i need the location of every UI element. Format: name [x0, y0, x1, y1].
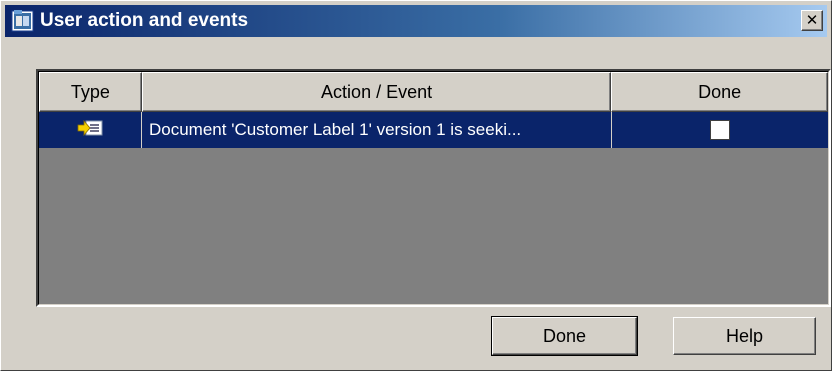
close-icon: ✕	[805, 11, 819, 29]
window-title: User action and events	[40, 10, 249, 31]
list-header: Type Action / Event Done	[39, 72, 828, 112]
done-button[interactable]: Done	[491, 316, 638, 356]
column-header-action-event[interactable]: Action / Event	[141, 72, 612, 112]
title-bar[interactable]: User action and events ✕	[5, 5, 827, 37]
action-event-cell: Document 'Customer Label 1' version 1 is…	[142, 112, 612, 148]
dialog-window: User action and events ✕ Type Action / E…	[0, 0, 832, 371]
type-cell	[39, 112, 142, 148]
help-button[interactable]: Help	[673, 317, 816, 355]
close-button[interactable]: ✕	[801, 10, 823, 31]
events-list[interactable]: Type Action / Event Done Document 'Custo…	[36, 69, 831, 307]
app-icon	[11, 9, 35, 33]
done-checkbox[interactable]	[710, 120, 730, 140]
event-arrow-icon	[76, 118, 104, 143]
done-cell	[612, 112, 828, 148]
column-header-type[interactable]: Type	[39, 72, 142, 112]
table-row[interactable]: Document 'Customer Label 1' version 1 is…	[39, 112, 828, 148]
column-header-done[interactable]: Done	[611, 72, 828, 112]
